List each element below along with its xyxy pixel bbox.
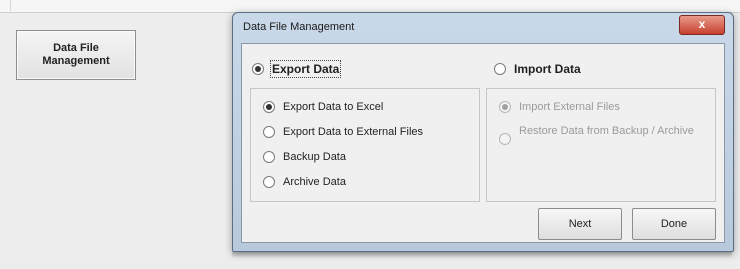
import-data-radio-indicator[interactable]: [494, 63, 506, 75]
close-button[interactable]: x: [679, 15, 725, 35]
export-data-radio-indicator[interactable]: [252, 63, 264, 75]
import-options-group: Import External Files Restore Data from …: [486, 88, 716, 202]
export-external-files-radio[interactable]: [263, 126, 275, 138]
backup-data-label: Backup Data: [283, 151, 346, 163]
import-external-files-label: Import External Files: [519, 101, 620, 113]
export-data-radio[interactable]: Export Data: [252, 60, 342, 78]
restore-data-radio: [499, 133, 511, 145]
next-button[interactable]: Next: [538, 208, 622, 240]
dialog-title: Data File Management: [243, 21, 355, 33]
archive-data-option[interactable]: Archive Data: [263, 176, 346, 188]
data-file-management-button[interactable]: Data File Management: [16, 30, 136, 80]
import-data-radio[interactable]: Import Data: [494, 62, 581, 76]
export-data-label: Export Data: [269, 60, 342, 78]
done-button[interactable]: Done: [632, 208, 716, 240]
backup-data-radio[interactable]: [263, 151, 275, 163]
export-excel-radio[interactable]: [263, 101, 275, 113]
import-external-files-option: Import External Files: [499, 101, 620, 113]
dialog-shadow: [232, 252, 732, 258]
dialog-title-bar[interactable]: Data File Management x: [233, 13, 733, 41]
archive-data-radio[interactable]: [263, 176, 275, 188]
export-external-files-label: Export Data to External Files: [283, 126, 424, 138]
restore-data-option: Restore Data from Backup / Archive: [499, 125, 699, 145]
export-external-files-option[interactable]: Export Data to External Files: [263, 126, 423, 138]
export-excel-label: Export Data to Excel: [283, 101, 384, 113]
import-data-label: Import Data: [514, 62, 581, 76]
export-excel-option[interactable]: Export Data to Excel: [263, 101, 383, 113]
backup-data-option[interactable]: Backup Data: [263, 151, 346, 163]
dialog-client-area: Export Data Import Data Export Data to E…: [241, 43, 725, 243]
archive-data-label: Archive Data: [283, 176, 346, 188]
export-options-group: Export Data to Excel Export Data to Exte…: [250, 88, 480, 202]
import-external-files-radio: [499, 101, 511, 113]
top-strip-panel: [10, 0, 740, 11]
data-file-management-dialog: Data File Management x Export Data Impor…: [232, 12, 734, 252]
restore-data-label: Restore Data from Backup / Archive: [519, 125, 694, 137]
